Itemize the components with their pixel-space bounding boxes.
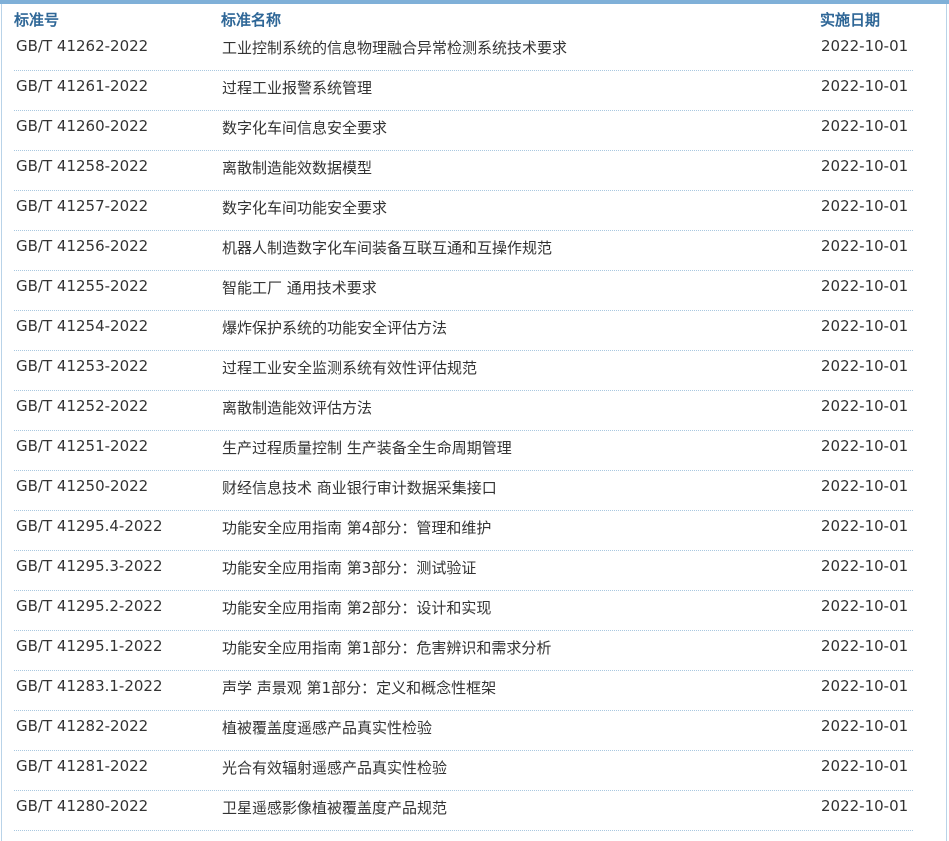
standard-number: GB/T 41257-2022 [16,197,149,215]
standard-number: GB/T 41280-2022 [16,797,149,815]
implementation-date: 2022-10-01 [821,437,909,455]
standard-name-link[interactable]: 功能安全应用指南 第4部分：管理和维护 [222,517,491,538]
implementation-date: 2022-10-01 [821,557,909,575]
standard-name-link[interactable]: 爆炸保护系统的功能安全评估方法 [222,317,447,338]
standard-number: GB/T 41281-2022 [16,757,149,775]
implementation-date: 2022-10-01 [821,677,909,695]
standard-name-link[interactable]: 生产过程质量控制 生产装备全生命周期管理 [222,437,512,458]
implementation-date: 2022-10-01 [821,757,909,775]
standard-number: GB/T 41295.3-2022 [16,557,163,575]
header-standard-number: 标准号 [14,11,60,29]
table-row[interactable]: GB/T 41295.4-2022 功能安全应用指南 第4部分：管理和维护 2022… [0,511,949,551]
header-standard-name: 标准名称 [221,11,282,29]
table-row[interactable]: GB/T 41281-2022 光合有效辐射遥感产品真实性检验 2022-10-01 [0,751,949,791]
implementation-date: 2022-10-01 [821,237,909,255]
table-row[interactable]: GB/T 41260-2022 数字化车间信息安全要求 2022-10-01 [0,111,949,151]
table-row[interactable]: GB/T 41295.1-2022 功能安全应用指南 第1部分：危害辨识和需求分析… [0,631,949,671]
standard-number: GB/T 41261-2022 [16,77,149,95]
implementation-date: 2022-10-01 [821,477,909,495]
standard-number: GB/T 41250-2022 [16,477,149,495]
standard-name-link[interactable]: 数字化车间功能安全要求 [222,197,387,218]
standards-table-body: GB/T 41262-2022 工业控制系统的信息物理融合异常检测系统技术要求 20… [0,31,949,831]
standard-name-link[interactable]: 声学 声景观 第1部分：定义和概念性框架 [222,677,496,698]
standard-name-link[interactable]: 智能工厂 通用技术要求 [222,277,377,298]
table-row[interactable]: GB/T 41256-2022 机器人制造数字化车间装备互联互通和互操作规范 202… [0,231,949,271]
table-row[interactable]: GB/T 41253-2022 过程工业安全监测系统有效性评估规范 2022-10-… [0,351,949,391]
standard-name-link[interactable]: 卫星遥感影像植被覆盖度产品规范 [222,797,447,818]
standard-name-link[interactable]: 过程工业报警系统管理 [222,77,372,98]
implementation-date: 2022-10-01 [821,157,909,175]
standard-number: GB/T 41253-2022 [16,357,149,375]
table-row[interactable]: GB/T 41295.2-2022 功能安全应用指南 第2部分：设计和实现 2022… [0,591,949,631]
implementation-date: 2022-10-01 [821,797,909,815]
standard-name-link[interactable]: 工业控制系统的信息物理融合异常检测系统技术要求 [222,37,567,58]
table-row[interactable]: GB/T 41255-2022 智能工厂 通用技术要求 2022-10-01 [0,271,949,311]
standard-name-link[interactable]: 光合有效辐射遥感产品真实性检验 [222,757,447,778]
standard-number: GB/T 41258-2022 [16,157,149,175]
standard-name-link[interactable]: 数字化车间信息安全要求 [222,117,387,138]
standard-number: GB/T 41255-2022 [16,277,149,295]
standard-name-link[interactable]: 财经信息技术 商业银行审计数据采集接口 [222,477,497,498]
table-row[interactable]: GB/T 41252-2022 离散制造能效评估方法 2022-10-01 [0,391,949,431]
standard-name-link[interactable]: 功能安全应用指南 第3部分：测试验证 [222,557,476,578]
standard-number: GB/T 41295.1-2022 [16,637,163,655]
implementation-date: 2022-10-01 [821,717,909,735]
standard-number: GB/T 41295.4-2022 [16,517,163,535]
table-row[interactable]: GB/T 41295.3-2022 功能安全应用指南 第3部分：测试验证 2022-… [0,551,949,591]
table-header: 标准号 标准名称 实施日期 [0,4,949,34]
implementation-date: 2022-10-01 [821,637,909,655]
implementation-date: 2022-10-01 [821,357,909,375]
standard-name-link[interactable]: 功能安全应用指南 第1部分：危害辨识和需求分析 [222,637,551,658]
standard-number: GB/T 41260-2022 [16,117,149,135]
implementation-date: 2022-10-01 [821,77,909,95]
standard-number: GB/T 41252-2022 [16,397,149,415]
standard-number: GB/T 41282-2022 [16,717,149,735]
implementation-date: 2022-10-01 [821,397,909,415]
standard-number: GB/T 41262-2022 [16,37,149,55]
implementation-date: 2022-10-01 [821,317,909,335]
standard-number: GB/T 41295.2-2022 [16,597,163,615]
implementation-date: 2022-10-01 [821,37,909,55]
table-row[interactable]: GB/T 41250-2022 财经信息技术 商业银行审计数据采集接口 2022-1… [0,471,949,511]
standard-name-link[interactable]: 离散制造能效数据模型 [222,157,372,178]
table-row[interactable]: GB/T 41280-2022 卫星遥感影像植被覆盖度产品规范 2022-10-01 [0,791,949,831]
standard-name-link[interactable]: 功能安全应用指南 第2部分：设计和实现 [222,597,491,618]
table-row[interactable]: GB/T 41251-2022 生产过程质量控制 生产装备全生命周期管理 2022-… [0,431,949,471]
standard-name-link[interactable]: 植被覆盖度遥感产品真实性检验 [222,717,432,738]
standard-number: GB/T 41251-2022 [16,437,149,455]
table-row[interactable]: GB/T 41254-2022 爆炸保护系统的功能安全评估方法 2022-10-01 [0,311,949,351]
implementation-date: 2022-10-01 [821,517,909,535]
standard-number: GB/T 41256-2022 [16,237,149,255]
table-row[interactable]: GB/T 41261-2022 过程工业报警系统管理 2022-10-01 [0,71,949,111]
standard-number: GB/T 41283.1-2022 [16,677,163,695]
implementation-date: 2022-10-01 [821,597,909,615]
header-implementation-date: 实施日期 [820,11,881,29]
table-row[interactable]: GB/T 41282-2022 植被覆盖度遥感产品真实性检验 2022-10-01 [0,711,949,751]
standard-number: GB/T 41254-2022 [16,317,149,335]
implementation-date: 2022-10-01 [821,277,909,295]
table-row[interactable]: GB/T 41283.1-2022 声学 声景观 第1部分：定义和概念性框架 202… [0,671,949,711]
implementation-date: 2022-10-01 [821,117,909,135]
standard-name-link[interactable]: 机器人制造数字化车间装备互联互通和互操作规范 [222,237,552,258]
table-row[interactable]: GB/T 41258-2022 离散制造能效数据模型 2022-10-01 [0,151,949,191]
standard-name-link[interactable]: 过程工业安全监测系统有效性评估规范 [222,357,477,378]
table-row[interactable]: GB/T 41262-2022 工业控制系统的信息物理融合异常检测系统技术要求 20… [0,31,949,71]
implementation-date: 2022-10-01 [821,197,909,215]
table-row[interactable]: GB/T 41257-2022 数字化车间功能安全要求 2022-10-01 [0,191,949,231]
standard-name-link[interactable]: 离散制造能效评估方法 [222,397,372,418]
